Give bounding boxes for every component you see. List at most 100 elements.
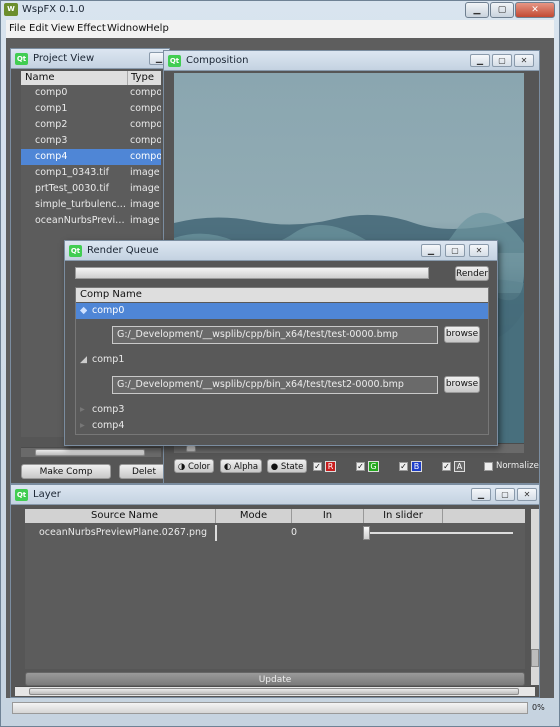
menu-edit[interactable]: Edit [29,23,48,34]
project-item-type: image s [130,199,161,210]
layer-scroll-thumb[interactable] [29,688,519,695]
bulb-icon: ● [270,462,279,472]
layer-row[interactable]: oceanNurbsPreviewPlane.0267.png 0 [25,524,525,542]
project-item[interactable]: comp2 compos [21,117,161,133]
browse-button-comp1[interactable]: browse [444,376,480,393]
color-button[interactable]: ◑ Color [174,459,214,473]
menu-view[interactable]: View [51,23,75,34]
app-logo-icon: W [4,3,18,16]
status-progress-bar [12,702,528,714]
render-item-name: comp1 [92,354,125,365]
mode-divider [215,525,217,541]
layer-horizontal-scrollbar[interactable] [15,686,535,696]
layer-close-button[interactable]: ✕ [517,488,537,501]
channel-b-checkbox[interactable]: ✓ [399,462,408,471]
render-item-comp0[interactable]: ◆ comp0 [76,303,488,319]
render-queue-close-button[interactable]: ✕ [469,244,489,257]
alpha-button[interactable]: ◐ Alpha [220,459,262,473]
expand-icon[interactable]: ▸ [80,402,85,418]
collapse-icon[interactable]: ◢ [80,352,87,368]
project-item[interactable]: comp1 compos [21,101,161,117]
menu-effect[interactable]: Effect [77,23,106,34]
project-item[interactable]: simple_turbulenc… image s [21,197,161,213]
channel-g-checkbox[interactable]: ✓ [356,462,365,471]
project-item[interactable]: oceanNurbsPrevi… image s [21,213,161,229]
layer-vertical-scrollbar[interactable] [531,509,539,685]
browse-button-comp0[interactable]: browse [444,326,480,343]
column-type-header[interactable]: Type [127,71,154,85]
qt-icon: Qt [15,53,28,65]
render-item-comp4[interactable]: ▸ comp4 [76,418,488,434]
composition-titlebar[interactable]: Qt Composition ▁ ▢ ✕ [164,51,539,71]
project-item-name: comp1 [35,103,68,114]
project-item-type: image s [130,215,161,226]
project-item-name: comp0 [35,87,68,98]
project-item-type: compos [130,135,161,146]
project-item-type: compos [130,151,161,162]
render-queue-header: Comp Name [76,288,488,302]
normalize-checkbox[interactable] [484,462,493,471]
project-tree-header: Name Type [21,71,161,85]
composition-close-button[interactable]: ✕ [514,54,534,67]
render-button[interactable]: Render [455,266,489,281]
channel-b-swatch: B [411,461,422,472]
output-path-field-comp0[interactable]: G:/_Development/__wsplib/cpp/bin_x64/tes… [112,326,438,344]
make-comp-button[interactable]: Make Comp [21,464,111,479]
column-in-slider-header[interactable]: In slider [363,509,443,523]
expand-icon[interactable]: ◆ [80,303,87,319]
in-slider[interactable] [363,524,513,542]
maximize-button[interactable]: ▢ [490,2,514,18]
project-scroll-thumb[interactable] [35,449,145,456]
layer-maximize-button[interactable]: ▢ [495,488,515,501]
menu-file[interactable]: File [9,23,26,34]
channel-r-checkbox[interactable]: ✓ [313,462,322,471]
update-button[interactable]: Update [25,672,525,686]
render-item-comp1[interactable]: ◢ comp1 [76,352,488,368]
render-item-name: comp0 [92,305,125,316]
project-item[interactable]: comp3 compos [21,133,161,149]
output-path-field-comp1[interactable]: G:/_Development/__wsplib/cpp/bin_x64/tes… [112,376,438,394]
delete-button[interactable]: Delet [119,464,169,479]
composition-scroll-thumb[interactable] [186,445,196,452]
project-item-name: oceanNurbsPrevi… [35,215,125,226]
menu-help[interactable]: Help [146,23,169,34]
column-source-name-header[interactable]: Source Name [91,509,158,523]
layer-minimize-button[interactable]: ▁ [471,488,491,501]
project-item-name: comp1_0343.tif [35,167,110,178]
project-item[interactable]: comp4 compos [21,149,161,165]
expand-icon[interactable]: ▸ [80,418,85,434]
composition-minimize-button[interactable]: ▁ [470,54,490,67]
minimize-button[interactable]: ▁ [465,2,489,18]
project-item-name: simple_turbulenc… [35,199,125,210]
column-name-header[interactable]: Name [25,71,55,85]
column-in-header[interactable]: In [291,509,363,523]
slider-handle[interactable] [363,526,370,540]
composition-title: Composition [186,55,249,66]
render-queue-titlebar[interactable]: Qt Render Queue ▁ ▢ ✕ [65,241,497,261]
render-queue-maximize-button[interactable]: ▢ [445,244,465,257]
project-item-type: compos [130,103,161,114]
comp-name-column-header[interactable]: Comp Name [80,288,142,302]
state-button[interactable]: ● State [267,459,307,473]
layer-in-value[interactable]: 0 [291,524,297,542]
column-mode-header[interactable]: Mode [215,509,291,523]
render-queue-minimize-button[interactable]: ▁ [421,244,441,257]
composition-maximize-button[interactable]: ▢ [492,54,512,67]
qt-icon: Qt [15,489,28,501]
project-view-titlebar[interactable]: Qt Project View ▁ [11,49,169,69]
project-item[interactable]: prtTest_0030.tif image s [21,181,161,197]
render-queue-tree: Comp Name ◆ comp0 G:/_Development/__wspl… [75,287,489,435]
project-item[interactable]: comp0 compos [21,85,161,101]
render-item-comp3[interactable]: ▸ comp3 [76,402,488,418]
project-horizontal-scrollbar[interactable] [21,447,161,457]
project-item[interactable]: comp1_0343.tif image s [21,165,161,181]
layer-titlebar[interactable]: Qt Layer ▁ ▢ ✕ [11,485,539,505]
normalize-label: Normalize [496,461,539,471]
layer-vscroll-thumb[interactable] [531,649,539,667]
close-button[interactable]: ✕ [515,2,555,18]
render-item-name: comp4 [92,420,125,431]
app-title: WspFX 0.1.0 [22,4,85,15]
channel-a-swatch: A [454,461,465,472]
menu-window[interactable]: Widnow [107,23,146,34]
channel-a-checkbox[interactable]: ✓ [442,462,451,471]
